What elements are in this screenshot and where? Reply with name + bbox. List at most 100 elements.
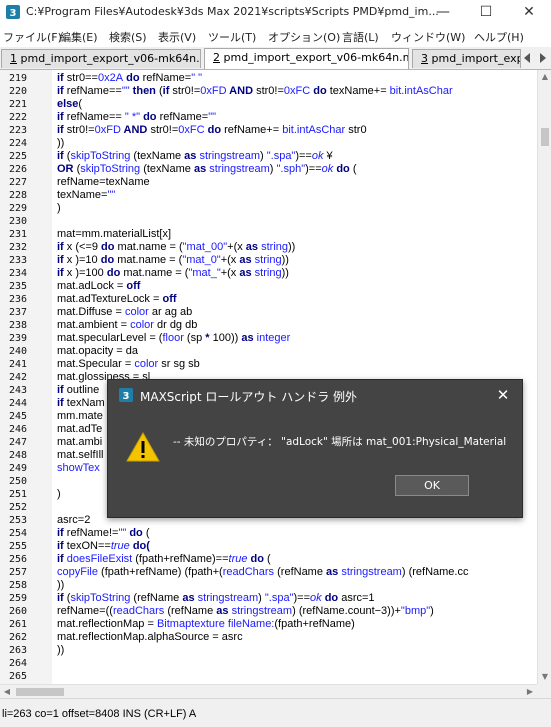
dialog-close-button[interactable]: ✕ bbox=[489, 384, 517, 406]
minimize-button[interactable]: — bbox=[425, 0, 461, 26]
code-line[interactable]: 226 OR (skipToString (texName as stringst… bbox=[0, 163, 537, 176]
code-line[interactable]: 220 if refName=="" then (if str0!=0xFD AN… bbox=[0, 85, 537, 98]
code-line[interactable]: 222 if refName== " *" do refName="" bbox=[0, 111, 537, 124]
menu-language[interactable]: 言語(L) bbox=[342, 29, 379, 45]
vertical-scroll-thumb[interactable] bbox=[541, 128, 549, 146]
code-token: ok bbox=[310, 592, 322, 604]
code-line[interactable]: 259 if (skipToString (refName as stringst… bbox=[0, 592, 537, 605]
code-editor[interactable]: 219 if str0==0x2A do refName=" " 220 if ref… bbox=[0, 70, 537, 684]
code-line[interactable]: 225 if (skipToString (texName as stringst… bbox=[0, 150, 537, 163]
code-line[interactable]: 262 mat.reflectionMap.alphaSource = asrc bbox=[0, 631, 537, 644]
code-line[interactable]: 260 refName=((readChars (refName as strin… bbox=[0, 605, 537, 618]
code-token: color bbox=[130, 319, 154, 331]
tab-file-3[interactable]: 3 pmd_import_expor bbox=[412, 49, 521, 68]
code-line[interactable]: 219 if str0==0x2A do refName=" " bbox=[0, 72, 537, 85]
menu-window[interactable]: ウィンドウ(W) bbox=[391, 29, 465, 45]
code-line[interactable]: 237 mat.Diffuse = color ar ag ab bbox=[0, 306, 537, 319]
scroll-right-icon[interactable]: ▶ bbox=[523, 685, 537, 699]
code-line[interactable]: 239 mat.specularLevel = (floor (sp * 100)… bbox=[0, 332, 537, 345]
code-line[interactable]: 231 mat=mm.materialList[x] bbox=[0, 228, 537, 241]
code-token: if bbox=[57, 527, 67, 539]
horizontal-scrollbar[interactable]: ◀ ▶ bbox=[0, 684, 537, 699]
code-token: asrc=2 bbox=[57, 514, 91, 526]
code-line[interactable]: 256 if doesFileExist (fpath+refName)==tru… bbox=[0, 553, 537, 566]
code-token: readChars bbox=[112, 605, 165, 617]
code-token: refName= bbox=[142, 72, 192, 84]
code-line[interactable]: 258)) bbox=[0, 579, 537, 592]
scroll-down-icon[interactable]: ▼ bbox=[538, 670, 551, 684]
menu-search[interactable]: 検索(S) bbox=[109, 29, 147, 45]
tab-file-2[interactable]: 2 pmd_import_export_v06-mk64n.ms bbox=[204, 48, 409, 69]
ok-button[interactable]: OK bbox=[395, 475, 469, 496]
code-text: if (skipToString (texName as stringstrea… bbox=[57, 150, 333, 163]
tab-scroll-arrows[interactable] bbox=[523, 53, 549, 63]
code-line[interactable]: 229) bbox=[0, 202, 537, 215]
menu-edit[interactable]: 編集(E) bbox=[60, 29, 98, 45]
menu-help[interactable]: ヘルプ(H) bbox=[474, 29, 524, 45]
code-line[interactable]: 238 mat.ambient = color dr dg db bbox=[0, 319, 537, 332]
code-line[interactable]: 263)) bbox=[0, 644, 537, 657]
code-line[interactable]: 264 bbox=[0, 657, 537, 670]
code-line[interactable]: 234 if x )=100 do mat.name = ("mat_"+(x a… bbox=[0, 267, 537, 280]
code-line[interactable]: 261 mat.reflectionMap = Bitmaptexture fil… bbox=[0, 618, 537, 631]
code-token: refName+= bbox=[224, 124, 283, 136]
code-token: ( bbox=[78, 98, 83, 110]
line-number: 258 bbox=[8, 580, 27, 591]
file-tab-bar: 1 pmd_import_export_v06-mk64n.ms 2 pmd_i… bbox=[0, 47, 551, 70]
code-token: mat.ambient = bbox=[57, 319, 131, 331]
code-line[interactable]: 257 copyFile (fpath+refName) (fpath+(read… bbox=[0, 566, 537, 579]
code-token: do bbox=[100, 254, 118, 266]
code-token: (sp bbox=[183, 332, 206, 344]
tab-file-1[interactable]: 1 pmd_import_export_v06-mk64n.ms bbox=[1, 49, 201, 68]
code-token: as bbox=[182, 592, 198, 604]
code-token: mat.reflectionMap = bbox=[57, 618, 157, 630]
horizontal-scroll-thumb[interactable] bbox=[16, 688, 64, 696]
code-line[interactable]: 227 refName=texName bbox=[0, 176, 537, 189]
line-number: 262 bbox=[8, 632, 27, 643]
code-token: "bmp" bbox=[400, 605, 431, 617]
code-token: mat.Specular = bbox=[57, 358, 135, 370]
menu-tools[interactable]: ツール(T) bbox=[208, 29, 256, 45]
code-line[interactable]: 236 mat.adTextureLock = off bbox=[0, 293, 537, 306]
code-line[interactable]: 224)) bbox=[0, 137, 537, 150]
line-number: 256 bbox=[8, 554, 27, 565]
code-token: else bbox=[57, 98, 79, 110]
maximize-button[interactable]: ☐ bbox=[468, 0, 504, 26]
code-token: texON== bbox=[66, 540, 111, 552]
code-token: ar ag ab bbox=[148, 306, 193, 318]
code-text: refName=((readChars (refName as stringst… bbox=[57, 605, 434, 618]
code-line[interactable]: 254 if refName!="" do ( bbox=[0, 527, 537, 540]
vertical-scrollbar[interactable]: ▲ ▼ bbox=[537, 70, 551, 684]
code-text: )) bbox=[57, 137, 64, 150]
code-text: mat.adLock = off bbox=[57, 280, 140, 293]
code-token: str0!= bbox=[256, 85, 284, 97]
code-line[interactable]: 235 mat.adLock = off bbox=[0, 280, 537, 293]
code-line[interactable]: 241 mat.Specular = color sr sg sb bbox=[0, 358, 537, 371]
menu-options[interactable]: オプション(O) bbox=[268, 29, 340, 45]
menu-file[interactable]: ファイル(F) bbox=[3, 29, 62, 45]
code-line[interactable]: 223 if str0!=0xFD AND str0!=0xFC do refNa… bbox=[0, 124, 537, 137]
code-text: mat.Specular = color sr sg sb bbox=[57, 358, 200, 371]
code-line[interactable]: 233 if x )=10 do mat.name = ("mat_0"+(x a… bbox=[0, 254, 537, 267]
code-token: as bbox=[239, 267, 255, 279]
code-line[interactable]: 240 mat.opacity = da bbox=[0, 345, 537, 358]
close-window-button[interactable]: ✕ bbox=[511, 0, 547, 26]
code-token: x (<=9 bbox=[66, 241, 102, 253]
code-token: do bbox=[101, 241, 118, 253]
code-line[interactable]: 232 if x (<=9 do mat.name = ("mat_00"+(x … bbox=[0, 241, 537, 254]
scroll-up-icon[interactable]: ▲ bbox=[538, 70, 551, 84]
code-line[interactable]: 221 else( bbox=[0, 98, 537, 111]
code-line[interactable]: 228 texName="" bbox=[0, 189, 537, 202]
code-line[interactable]: 230 bbox=[0, 215, 537, 228]
code-token: +(x bbox=[220, 254, 240, 266]
dialog-title-bar[interactable]: 3 MAXScript ロールアウト ハンドラ 例外 ✕ bbox=[108, 380, 522, 410]
tab-number: 2 bbox=[213, 51, 220, 64]
code-text: if texON==true do( bbox=[57, 540, 150, 553]
code-line[interactable]: 255 if texON==true do( bbox=[0, 540, 537, 553]
code-token: if bbox=[162, 85, 173, 97]
menu-view[interactable]: 表示(V) bbox=[158, 29, 196, 45]
scroll-left-icon[interactable]: ◀ bbox=[0, 685, 14, 699]
menu-bar: ファイル(F) 編集(E) 検索(S) 表示(V) ツール(T) オプション(O… bbox=[0, 26, 551, 47]
code-line[interactable]: 265 bbox=[0, 670, 537, 683]
code-token: mat.specularLevel = ( bbox=[57, 332, 163, 344]
